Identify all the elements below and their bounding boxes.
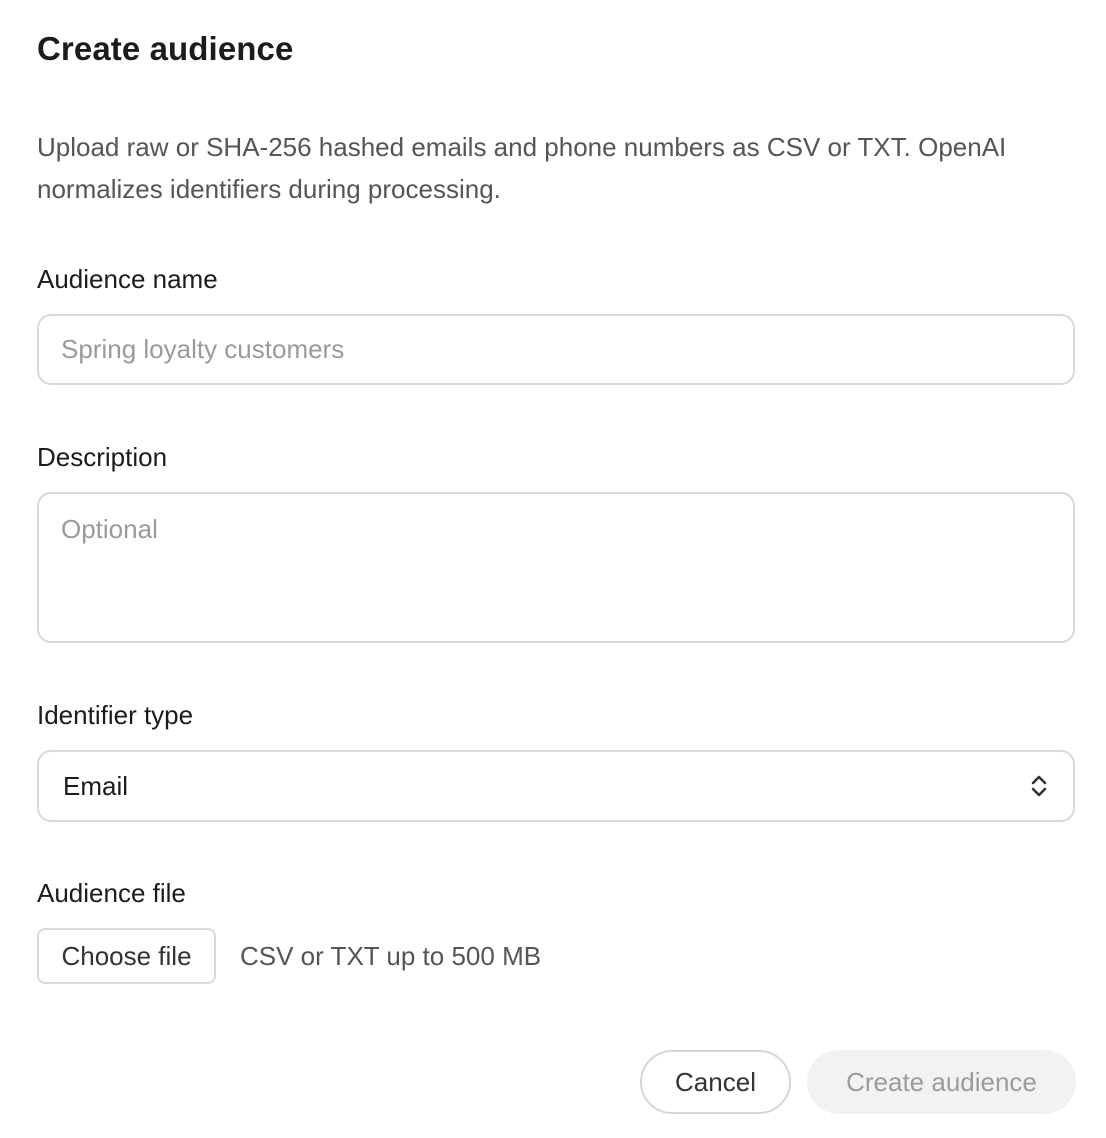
identifier-type-select[interactable]: Email: [37, 750, 1075, 822]
identifier-type-value: Email: [63, 770, 129, 801]
dialog-description: Upload raw or SHA-256 hashed emails and …: [37, 132, 1007, 204]
choose-file-button[interactable]: Choose file: [37, 928, 216, 984]
description-label: Description: [37, 442, 168, 472]
chevron-up-down-icon: [1031, 775, 1047, 797]
audience-name-input[interactable]: [37, 314, 1075, 385]
dialog-title: Create audience: [37, 30, 294, 67]
audience-name-label: Audience name: [37, 264, 218, 294]
identifier-type-label: Identifier type: [37, 700, 194, 730]
create-audience-button[interactable]: Create audience: [807, 1050, 1076, 1114]
description-textarea[interactable]: [37, 492, 1075, 643]
file-hint-text: CSV or TXT up to 500 MB: [240, 941, 542, 971]
cancel-button[interactable]: Cancel: [640, 1050, 791, 1114]
audience-file-label: Audience file: [37, 878, 186, 908]
create-audience-dialog: Create audience Upload raw or SHA-256 ha…: [0, 0, 1106, 1138]
